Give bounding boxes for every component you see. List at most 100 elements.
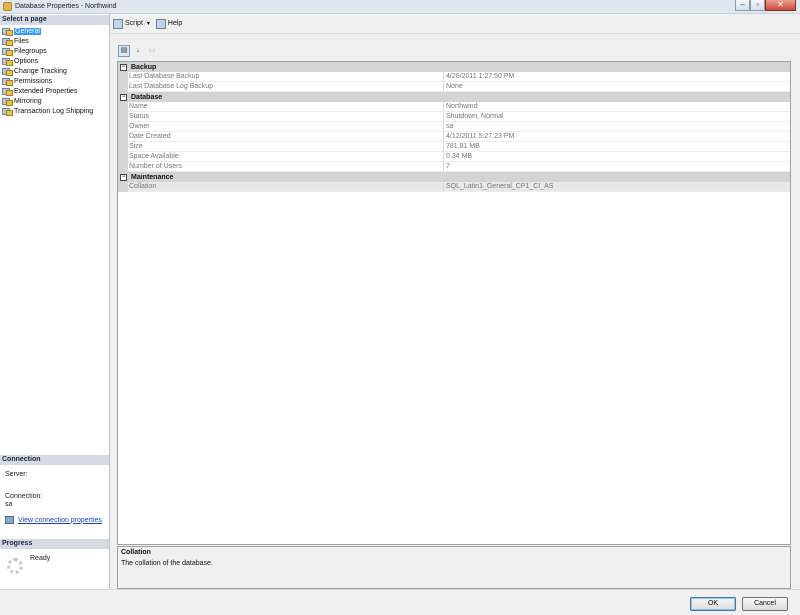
property-name: Space Available: [128, 152, 444, 161]
property-description: Collation The collation of the database.: [117, 546, 791, 589]
property-value: 0.34 MB: [446, 153, 473, 160]
page-item-label: Options: [14, 57, 39, 65]
view-connection-properties-link[interactable]: View connection properties: [18, 517, 102, 524]
page-item-label: Transaction Log Shipping: [14, 107, 94, 115]
page-item-label: General: [14, 27, 41, 35]
connection-value: sa: [5, 501, 13, 508]
property-pages-icon[interactable]: ▭: [146, 45, 158, 57]
server-label: Server:: [5, 471, 28, 478]
property-row[interactable]: Collation SQL_Latin1_General_CP1_CI_AS: [118, 182, 790, 192]
alphabetical-sort-icon[interactable]: ↓: [132, 45, 144, 57]
page-icon: [2, 107, 13, 116]
page-item-options[interactable]: Options: [2, 56, 106, 66]
grid-toolbar: ▤ ↓ ▭: [118, 45, 158, 57]
property-row[interactable]: Last Database Backup 4/28/2011 1:27:50 P…: [118, 72, 790, 82]
progress-status: Ready: [30, 555, 51, 562]
page-item-label: Change Tracking: [14, 67, 67, 75]
property-row[interactable]: Name Northwind: [118, 102, 790, 112]
page-icon: [2, 97, 13, 106]
cancel-button[interactable]: Cancel: [742, 597, 788, 611]
collapse-icon[interactable]: −: [120, 93, 127, 101]
property-name: Size: [128, 142, 444, 151]
help-label: Help: [167, 20, 183, 27]
page-item-label: Permissions: [14, 77, 53, 85]
collapse-icon[interactable]: −: [120, 63, 127, 71]
collapse-icon[interactable]: −: [120, 173, 127, 181]
minimize-button[interactable]: –: [735, 0, 750, 11]
database-icon: [3, 2, 12, 11]
script-button[interactable]: Script ▾: [113, 18, 150, 29]
description-title: Collation: [121, 549, 151, 556]
page-item-label: Files: [14, 37, 29, 45]
property-value: 4/28/2011 1:27:50 PM: [446, 73, 515, 80]
main-pane: Script ▾ Help ▤ ↓ ▭ − Backup Last Databa…: [110, 14, 800, 589]
property-value: Shutdown, Normal: [446, 113, 504, 120]
row-gutter: [118, 142, 128, 152]
property-value: sa: [446, 123, 454, 130]
row-gutter: [118, 72, 128, 82]
property-value: None: [446, 83, 463, 90]
category-maintenance[interactable]: − Maintenance: [118, 172, 790, 182]
page-item-permissions[interactable]: Permissions: [2, 76, 106, 86]
chevron-down-icon[interactable]: ▾: [147, 20, 150, 27]
page-item-label: Mirroring: [14, 97, 42, 105]
toolbar: Script ▾ Help: [110, 14, 800, 34]
dialog-button-bar: OK Cancel: [0, 589, 800, 615]
connection-header: Connection: [0, 455, 109, 465]
property-row[interactable]: Date Created 4/12/2011 5:27:23 PM: [118, 132, 790, 142]
title-bar: Database Properties - Northwind – ▫ ✕: [0, 0, 800, 14]
property-value: SQL_Latin1_General_CP1_CI_AS: [446, 183, 554, 190]
category-database[interactable]: − Database: [118, 92, 790, 102]
row-gutter: [118, 112, 128, 122]
property-row[interactable]: Owner sa: [118, 122, 790, 132]
row-gutter: [118, 122, 128, 132]
close-button[interactable]: ✕: [765, 0, 796, 11]
property-row[interactable]: Space Available 0.34 MB: [118, 152, 790, 162]
ok-button[interactable]: OK: [690, 597, 736, 611]
category-label: Backup: [131, 63, 157, 71]
property-value: 4/12/2011 5:27:23 PM: [446, 133, 515, 140]
page-item-mirroring[interactable]: Mirroring: [2, 96, 106, 106]
property-row[interactable]: Size 781.81 MB: [118, 142, 790, 152]
left-pane: Select a page General Files Filegroups O…: [0, 14, 110, 589]
property-name: Last Database Backup: [128, 72, 444, 81]
property-name: Number of Users: [128, 162, 444, 171]
view-connection-properties[interactable]: View connection properties: [5, 516, 102, 524]
property-row[interactable]: Number of Users 7: [118, 162, 790, 172]
property-name: Last Database Log Backup: [128, 82, 444, 91]
property-name: Owner: [128, 122, 444, 131]
page-item-extended-properties[interactable]: Extended Properties: [2, 86, 106, 96]
select-a-page-header: Select a page: [0, 15, 109, 25]
property-row[interactable]: Last Database Log Backup None: [118, 82, 790, 92]
property-value: Northwind: [446, 103, 478, 110]
page-item-transaction-log-shipping[interactable]: Transaction Log Shipping: [2, 106, 106, 116]
categorized-view-icon[interactable]: ▤: [118, 45, 130, 57]
help-button[interactable]: Help: [155, 18, 183, 29]
category-backup[interactable]: − Backup: [118, 62, 790, 72]
property-name: Name: [128, 102, 444, 111]
page-item-files[interactable]: Files: [2, 36, 106, 46]
page-item-general[interactable]: General: [2, 26, 106, 36]
property-row[interactable]: Status Shutdown, Normal: [118, 112, 790, 122]
row-gutter: [118, 162, 128, 172]
row-gutter: [118, 102, 128, 112]
property-name: Status: [128, 112, 444, 121]
script-label: Script: [125, 20, 143, 27]
description-text: The collation of the database.: [121, 560, 213, 567]
row-gutter: [118, 82, 128, 92]
row-gutter: [118, 132, 128, 142]
row-gutter: [118, 152, 128, 162]
category-label: Database: [131, 93, 163, 101]
property-value: 7: [446, 163, 450, 170]
page-icon: [2, 67, 13, 76]
maximize-button[interactable]: ▫: [750, 0, 765, 11]
help-icon: [155, 18, 166, 29]
category-label: Maintenance: [131, 173, 174, 181]
property-grid: − Backup Last Database Backup 4/28/2011 …: [117, 61, 791, 545]
page-icon: [2, 77, 13, 86]
page-item-filegroups[interactable]: Filegroups: [2, 46, 106, 56]
script-icon: [113, 18, 123, 29]
page-item-label: Extended Properties: [14, 87, 78, 95]
page-item-change-tracking[interactable]: Change Tracking: [2, 66, 106, 76]
page-item-label: Filegroups: [14, 47, 47, 55]
